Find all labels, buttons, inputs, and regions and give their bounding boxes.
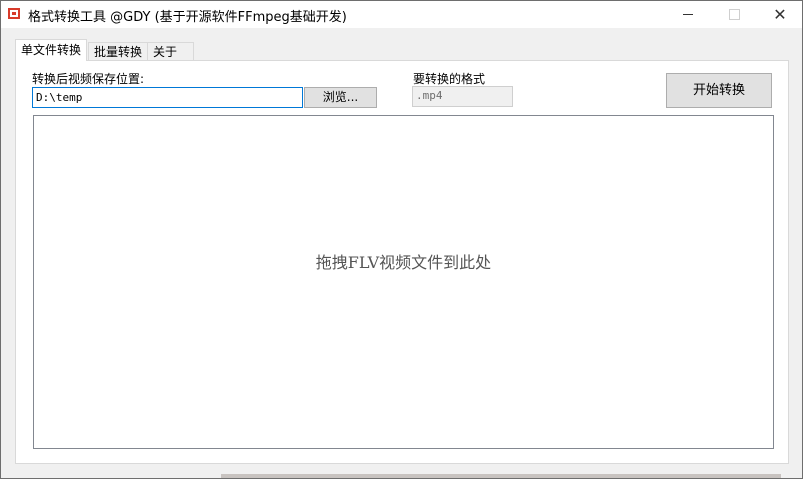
save-location-label: 转换后视频保存位置: [32, 72, 145, 86]
format-label: 要转换的格式 [413, 72, 486, 86]
window-title: 格式转换工具 @GDY (基于开源软件FFmpeg基础开发) [28, 10, 347, 25]
app-window: 格式转换工具 @GDY (基于开源软件FFmpeg基础开发) ✕ 单文件转换 批… [0, 0, 803, 479]
drop-hint-text: 拖拽FLV视频文件到此处 [315, 253, 492, 272]
maximize-button[interactable] [711, 1, 757, 28]
format-field: .mp4 [412, 86, 513, 107]
tab-batch[interactable]: 批量转换 [88, 42, 149, 61]
title-bar[interactable]: 格式转换工具 @GDY (基于开源软件FFmpeg基础开发) ✕ [1, 1, 802, 28]
maximize-icon [728, 9, 740, 20]
file-drop-zone[interactable]: 拖拽FLV视频文件到此处 [33, 115, 774, 449]
tab-single-file[interactable]: 单文件转换 [15, 39, 88, 61]
start-convert-button[interactable]: 开始转换 [666, 73, 772, 108]
minimize-icon [683, 14, 693, 15]
close-button[interactable]: ✕ [757, 1, 803, 28]
save-path-input[interactable] [32, 87, 303, 108]
browse-button[interactable]: 浏览... [304, 87, 377, 108]
single-file-panel: 转换后视频保存位置: 浏览... 要转换的格式 .mp4 开始转换 拖拽FLV视… [15, 60, 789, 464]
tab-about[interactable]: 关于 [147, 42, 194, 61]
background-strip [221, 474, 781, 478]
app-icon [8, 8, 20, 19]
close-icon: ✕ [773, 5, 787, 24]
minimize-button[interactable] [665, 1, 711, 28]
